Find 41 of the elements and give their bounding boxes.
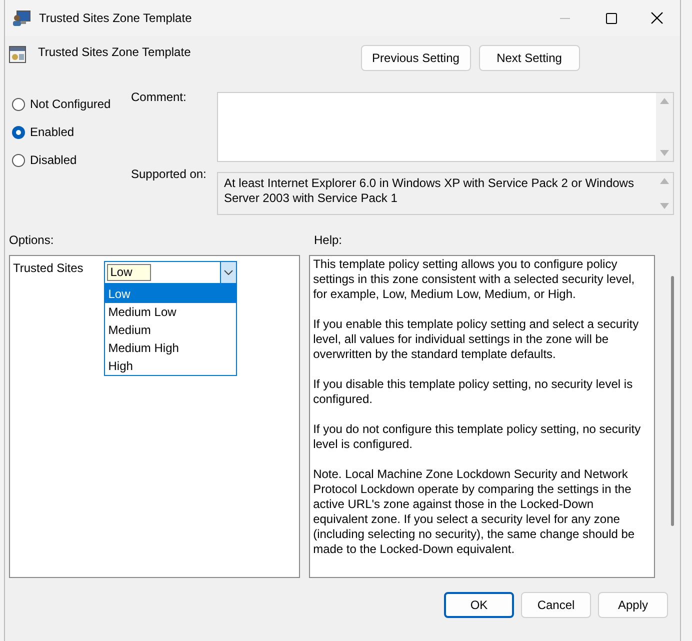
cancel-button[interactable]: Cancel <box>521 592 591 618</box>
dropdown-value: Low <box>107 264 152 281</box>
options-label: Options: <box>9 232 55 248</box>
comment-field[interactable] <box>217 92 674 162</box>
next-setting-button[interactable]: Next Setting <box>478 45 580 71</box>
scrollbar-thumb[interactable] <box>670 276 674 526</box>
radio-button[interactable] <box>12 126 25 138</box>
dropdown-option[interactable]: Medium Low <box>105 303 236 321</box>
help-label: Help: <box>314 232 342 248</box>
radio-label: Disabled <box>30 152 77 168</box>
computer-icon <box>13 10 31 26</box>
maximize-icon <box>606 12 616 24</box>
previous-setting-button[interactable]: Previous Setting <box>360 45 471 71</box>
dropdown-option[interactable]: High <box>105 357 236 375</box>
field-label: Trusted Sites <box>13 261 84 276</box>
help-paragraph: This template policy setting allows you to configure policy settings in this zone consistent with a selected security level, for example, Low, Medium Low, Medium, or High. <box>313 257 636 302</box>
dropdown-option[interactable]: Low <box>105 285 236 303</box>
policy-title: Trusted Sites Zone Template <box>38 45 191 60</box>
radio-button[interactable] <box>12 154 25 166</box>
dropdown-option[interactable]: Medium <box>105 321 236 339</box>
scroll-down-icon <box>660 150 669 156</box>
supported-on-label: Supported on: <box>131 167 208 182</box>
help-paragraph: If you do not configure this template policy setting, no security level is configured. <box>313 422 642 452</box>
scroll-up-icon <box>660 98 669 104</box>
radio-label: Not Configured <box>30 96 111 112</box>
help-paragraph: Note. Local Machine Zone Lockdown Security and Network Protocol Lockdown operate by comparing the settings in the active URL's zone against those in the Locked-Down equivalent zone. If you select a security level for any zone (including selecting no security), the same change should be made to the Locked-Down equivalent. <box>313 467 636 557</box>
caret-icon <box>224 270 234 275</box>
close-icon <box>651 12 663 24</box>
help-paragraph: If you disable this template policy setting, no security level is configured. <box>313 377 634 407</box>
window-title: Trusted Sites Zone Template <box>39 10 192 26</box>
policy-icon <box>9 46 26 63</box>
scroll-down-icon <box>660 203 669 209</box>
help-paragraph: If you enable this template policy setting and select a security level, all values for individual settings in the zone will be overwritten by the standard template defaults. <box>313 317 640 362</box>
scroll-up-icon <box>660 178 669 184</box>
ok-button[interactable]: OK <box>444 592 514 618</box>
radio-label: Enabled <box>30 124 74 140</box>
radio-button[interactable] <box>12 98 25 110</box>
apply-button[interactable]: Apply <box>598 592 668 618</box>
dropdown-option[interactable]: Medium High <box>105 339 236 357</box>
comment-label: Comment: <box>131 90 188 105</box>
supported-on-text: At least Internet Explorer 6.0 in Windows XP with Service Pack 2 or Windows Server 2003 with Service Pack 1 <box>223 175 635 207</box>
